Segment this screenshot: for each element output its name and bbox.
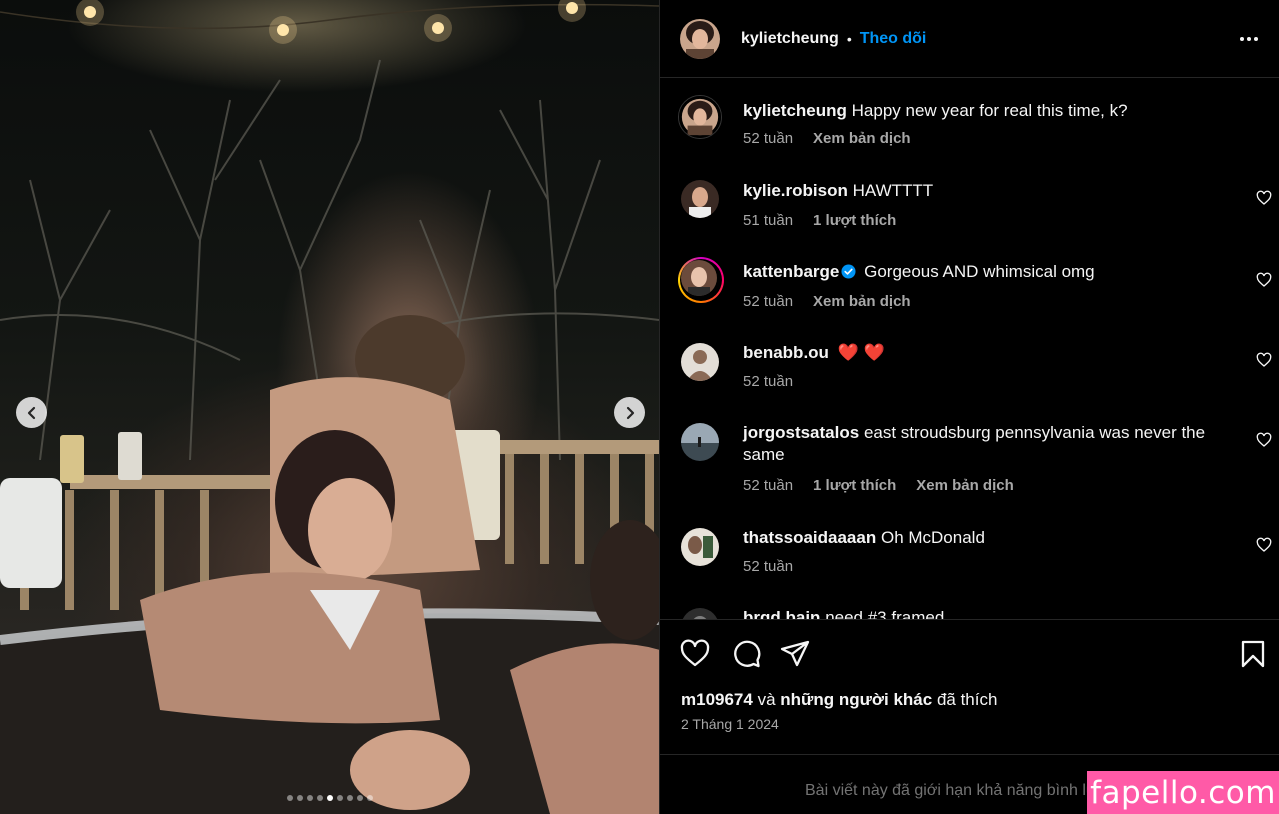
comment-heart-icon[interactable] [1256, 190, 1272, 206]
chevron-left-icon [27, 406, 35, 419]
slide-indicator [0, 795, 659, 801]
caption-text: Happy new year for real this time, k? [851, 101, 1128, 120]
likes-summary[interactable]: m109674 và những người khác đã thích [681, 690, 997, 710]
bookmark-icon[interactable] [1237, 638, 1269, 670]
comment-text: Oh McDonald [880, 528, 985, 547]
likes-connector: và [757, 690, 776, 709]
commenter-username[interactable]: kattenbarge [743, 262, 839, 281]
post-header: kylietcheung • Theo dõi [660, 0, 1279, 78]
caption-username[interactable]: kylietcheung [743, 101, 847, 120]
paper-plane-icon[interactable] [779, 638, 811, 670]
caption-translate-link[interactable]: Xem bản dịch [813, 130, 911, 147]
more-dots-icon[interactable] [1238, 28, 1260, 50]
comment-text: need #3 framed [825, 608, 945, 619]
comment-heart-icon[interactable] [1256, 537, 1272, 553]
comment-time[interactable]: 52 tuần [743, 373, 793, 390]
caption-time[interactable]: 52 tuần [743, 130, 793, 147]
post-date[interactable]: 2 Tháng 1 2024 [681, 716, 779, 732]
likes-others[interactable]: những người khác [780, 690, 932, 709]
chevron-right-icon [626, 406, 634, 419]
author-username[interactable]: kylietcheung [741, 30, 839, 48]
commenter-username[interactable]: thatssoaidaaaan [743, 528, 876, 547]
comment-text: ❤️ ❤️ [837, 343, 885, 362]
likes-suffix: đã thích [936, 690, 998, 709]
comment-text: Gorgeous AND whimsical omg [864, 262, 1095, 281]
commenter-username[interactable]: brgd.bain [743, 608, 820, 619]
commenter-avatar[interactable] [681, 528, 719, 566]
comment-time[interactable]: 52 tuần [743, 293, 793, 310]
commenter-avatar[interactable] [681, 180, 719, 218]
commenter-username[interactable]: benabb.ou [743, 343, 829, 362]
slide-dot [366, 795, 373, 801]
follow-button[interactable]: Theo dõi [860, 30, 927, 48]
people-silhouette-decor [140, 315, 659, 814]
comment-icon[interactable] [730, 638, 762, 670]
comment-heart-icon[interactable] [1256, 352, 1272, 368]
comment-restriction-text: Bài viết này đã giới hạn khả năng bình l… [805, 782, 1118, 799]
slide-dot [336, 795, 343, 801]
comment-text: HAWTTTT [852, 181, 934, 200]
comment-likes-count[interactable]: 1 lượt thích [813, 477, 896, 494]
previous-slide-button[interactable] [16, 397, 47, 428]
commenter-avatar[interactable] [681, 423, 719, 461]
likes-first-user[interactable]: m109674 [681, 690, 753, 709]
commenter-username[interactable]: jorgostsatalos [743, 423, 859, 442]
slide-dot [316, 795, 323, 801]
next-slide-button[interactable] [614, 397, 645, 428]
commenter-username[interactable]: kylie.robison [743, 181, 848, 200]
story-ring[interactable] [678, 257, 724, 303]
comment-time[interactable]: 51 tuần [743, 212, 793, 229]
slide-dot [306, 795, 313, 801]
comment-translate-link[interactable]: Xem bản dịch [813, 293, 911, 310]
slide-dot [326, 795, 333, 801]
slide-dot [346, 795, 353, 801]
commenter-avatar [681, 260, 717, 296]
slide-dot [356, 795, 363, 801]
post-panel: kylietcheung • Theo dõi kylietcheung Hap… [659, 0, 1279, 814]
comment-translate-link[interactable]: Xem bản dịch [916, 477, 1014, 494]
heart-icon[interactable] [679, 638, 711, 670]
comment-likes-count[interactable]: 1 lượt thích [813, 212, 896, 229]
commenter-avatar[interactable] [681, 343, 719, 381]
caption-avatar[interactable] [678, 95, 722, 139]
comment-heart-icon[interactable] [1256, 272, 1272, 288]
comment-time[interactable]: 52 tuần [743, 558, 793, 575]
comment-heart-icon[interactable] [1256, 432, 1272, 448]
watermark-logo: fapello.com [1087, 771, 1279, 814]
comment-time[interactable]: 52 tuần [743, 477, 793, 494]
verified-badge-icon [841, 264, 856, 279]
header-separator: • [846, 30, 852, 47]
comments-list[interactable]: kylietcheung Happy new year for real thi… [660, 79, 1279, 619]
post-actions: m109674 và những người khác đã thích 2 T… [660, 619, 1279, 754]
author-avatar[interactable] [680, 18, 720, 59]
slide-dot [296, 795, 303, 801]
post-media[interactable] [0, 0, 659, 814]
slide-dot [286, 795, 293, 801]
commenter-avatar[interactable] [681, 608, 719, 619]
